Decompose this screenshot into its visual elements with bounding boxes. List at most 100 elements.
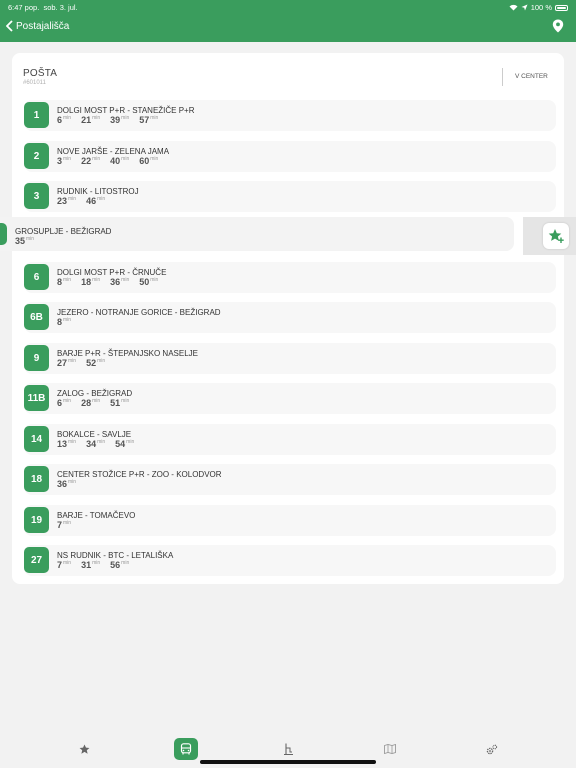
line-badge: 14 [24,426,49,452]
arrival-times: 35min [15,236,34,246]
stop-sign-icon [283,743,293,755]
arrival-time: 27min [57,358,77,368]
route-name: NS RUDNIK - BTC - LETALIŠKA [57,551,174,560]
arrival-time: 7min [57,560,72,570]
arrival-time: 39min [110,115,130,125]
top-bar: 6:47 pop. sob. 3. jul. 100 % Postajališč… [0,0,576,42]
line-row-swiped[interactable]: GROSUPLJE - BEŽIGRAD 35min [0,217,514,251]
line-row[interactable]: 2 NOVE JARŠE - ZELENA JAMA 3min 22min 40min 6… [24,141,556,172]
arrival-time: 22min [81,156,101,166]
route-name: NOVE JARŠE - ZELENA JAMA [57,147,170,156]
back-label: Postajališča [16,20,70,32]
status-time: 6:47 pop. sob. 3. jul. [8,3,78,12]
arrival-times: 23min 46min [57,196,105,206]
divider [502,68,503,86]
line-badge: 2 [24,143,49,169]
arrival-time: 13min [57,439,77,449]
star-icon [79,743,89,754]
arrival-times: 13min 34min 54min [57,439,134,449]
arrival-time: 8min [57,317,72,327]
location-arrow-icon [521,4,528,11]
arrival-time: 6min [57,115,72,125]
line-row[interactable]: 18 CENTER STOŽICE P+R - ZOO - KOLODVOR 36m… [24,464,556,495]
line-row[interactable]: 14 BOKALCE - SAVLJE 13min 34min 54min [24,424,556,455]
arrival-time: 57min [139,115,159,125]
tab-buses[interactable] [174,738,198,760]
arrival-times: 8min 18min 36min 50min [57,277,158,287]
route-name: BARJE P+R - ŠTEPANJSKO NASELJE [57,349,199,358]
tab-stops[interactable] [276,738,300,760]
arrival-times: 7min [57,520,71,530]
arrival-times: 27min 52min [57,358,105,368]
bus-icon [180,743,192,755]
arrival-time: 3min [57,156,72,166]
arrival-time: 40min [110,156,130,166]
chevron-left-icon [6,20,13,32]
route-name: GROSUPLJE - BEŽIGRAD [15,227,112,236]
arrival-time: 50min [139,277,159,287]
add-favorite-button[interactable] [543,223,569,249]
line-badge: 11B [24,385,49,411]
route-name: DOLGI MOST P+R - STANEŽIČE P+R [57,106,195,115]
tab-settings[interactable] [480,738,504,760]
favorite-action-area [523,217,576,255]
route-name: BOKALCE - SAVLJE [57,430,132,439]
line-badge: 6B [24,304,49,330]
map-icon [384,744,396,754]
line-row[interactable]: 6 DOLGI MOST P+R - ČRNUČE 8min 18min 36min 50… [24,262,556,293]
arrival-time: 46min [86,196,106,206]
tab-favorites[interactable] [72,738,96,760]
arrival-time: 7min [57,520,72,530]
line-row[interactable]: 27 NS RUDNIK - BTC - LETALIŠKA 7min 31min 56… [24,545,556,576]
route-name: RUDNIK - LITOSTROJ [57,187,139,196]
arrival-times: 6min 21min 39min 57min [57,115,158,125]
route-name: CENTER STOŽICE P+R - ZOO - KOLODVOR [57,470,222,479]
arrival-time: 31min [81,560,101,570]
arrival-time: 23min [57,196,77,206]
arrival-time: 52min [86,358,106,368]
status-right: 100 % [509,3,568,12]
arrival-times: 36min [57,479,76,489]
line-badge: 1 [24,102,49,128]
line-badge: 27 [24,547,49,573]
line-row[interactable]: 11B ZALOG - BEŽIGRAD 6min 28min 51min [24,383,556,414]
arrival-time: 36min [110,277,130,287]
arrival-time: 21min [81,115,101,125]
line-row[interactable]: 6B JEZERO - NOTRANJE GORICE - BEŽIGRAD 8mi… [24,302,556,333]
arrival-time: 28min [81,398,101,408]
arrival-time: 54min [115,439,135,449]
line-row[interactable]: 9 BARJE P+R - ŠTEPANJSKO NASELJE 27min 52mi… [24,343,556,374]
line-row[interactable]: 1 DOLGI MOST P+R - STANEŽIČE P+R 6min 21min… [24,100,556,131]
battery-icon [555,4,568,11]
status-bar: 6:47 pop. sob. 3. jul. 100 % [8,3,568,13]
arrival-times: 7min 31min 56min [57,560,129,570]
map-pin-icon[interactable] [552,19,564,33]
battery-percent: 100 % [530,3,552,12]
line-badge: 6 [24,264,49,290]
arrival-time: 35min [15,236,35,246]
tab-map[interactable] [378,738,402,760]
stop-code: #601011 [23,80,46,86]
settings-icon [486,744,498,754]
arrival-time: 60min [139,156,159,166]
wifi-icon [509,4,518,11]
arrival-times: 6min 28min 51min [57,398,129,408]
route-name: BARJE - TOMAČEVO [57,511,136,520]
arrival-time: 36min [57,479,77,489]
stop-name: POŠTA [23,68,58,79]
line-row[interactable]: 19 BARJE - TOMAČEVO 7min [24,505,556,536]
arrival-time: 51min [110,398,130,408]
line-badge [0,223,7,245]
arrival-times: 3min 22min 40min 60min [57,156,158,166]
line-badge: 18 [24,466,49,492]
arrival-time: 34min [86,439,106,449]
line-badge: 19 [24,507,49,533]
direction-toggle[interactable]: V CENTER [515,73,548,80]
line-badge: 9 [24,345,49,371]
arrival-time: 6min [57,398,72,408]
back-button[interactable]: Postajališča [6,20,69,32]
arrival-time: 56min [110,560,130,570]
home-indicator [200,760,376,764]
arrival-time: 18min [81,277,101,287]
line-row[interactable]: 3 RUDNIK - LITOSTROJ 23min 46min [24,181,556,212]
